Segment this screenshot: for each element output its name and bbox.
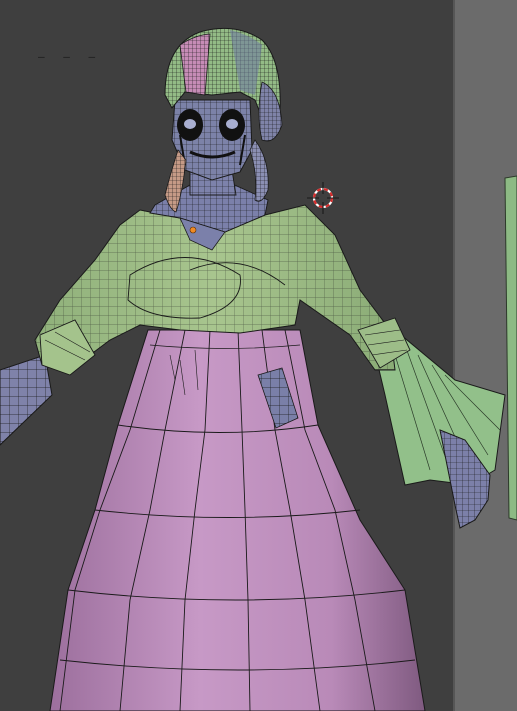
3d-cursor-icon[interactable] — [307, 182, 339, 214]
3d-viewport[interactable]: – – – — [0, 0, 517, 711]
object-origin-icon[interactable] — [189, 226, 197, 234]
arm-left[interactable] — [0, 354, 53, 446]
scene-render[interactable] — [0, 0, 517, 711]
side-plane-object[interactable] — [504, 175, 517, 521]
ribbon-right[interactable] — [249, 139, 269, 202]
skirt[interactable] — [49, 329, 426, 711]
